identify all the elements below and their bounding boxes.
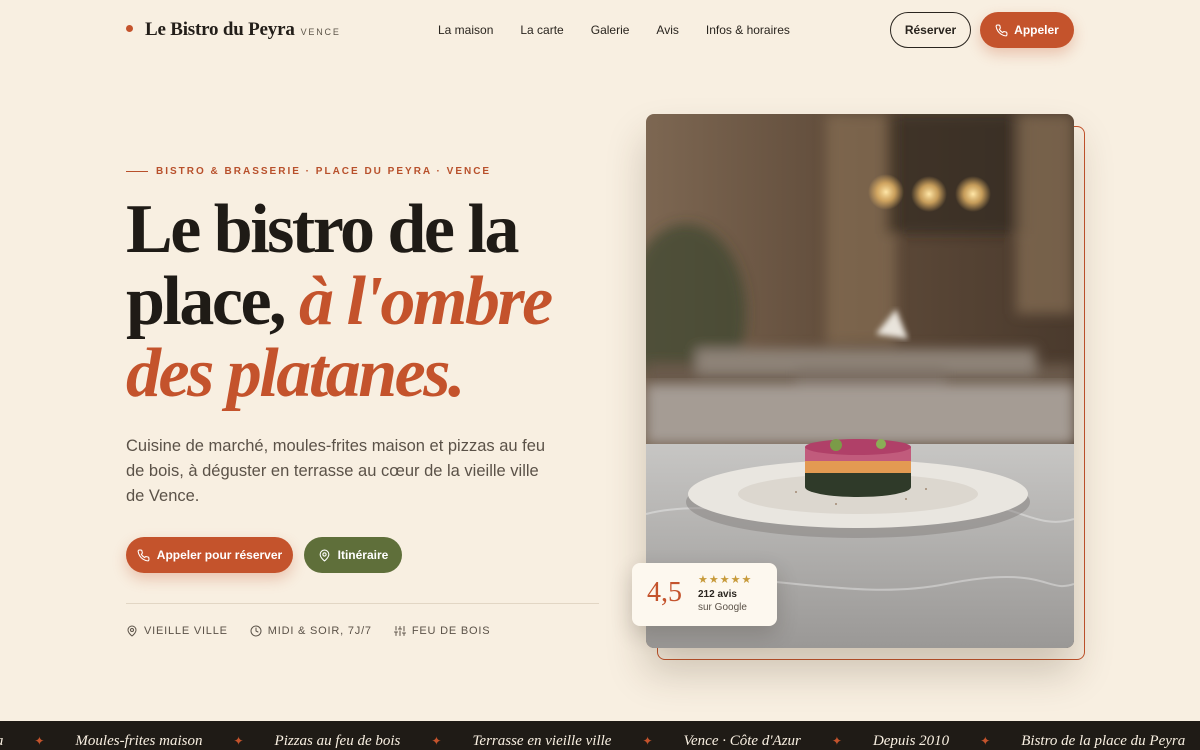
marquee-item: Pizzas au feu de bois: [274, 733, 401, 749]
nav-link-avis[interactable]: Avis: [656, 23, 678, 37]
sparkle-icon: ✦: [233, 734, 244, 748]
nav-link-la-maison[interactable]: La maison: [438, 23, 493, 37]
sparkle-icon: ✦: [642, 734, 653, 748]
hero-lead: Cuisine de marché, moules-frites maison …: [126, 437, 546, 505]
call-button[interactable]: Appeler: [980, 12, 1074, 48]
google-rating-card[interactable]: 4,5 ★★★★★ 212 avis sur Google: [632, 563, 777, 626]
marquee-item: Terrasse en vieille ville: [472, 733, 612, 749]
map-pin-icon: [127, 625, 137, 637]
top-navigation: Le Bistro du Peyra VENCE La maison La ca…: [0, 0, 1200, 60]
brand-name: Le Bistro du Peyra: [145, 19, 295, 40]
nav-links: La maison La carte Galerie Avis Infos & …: [438, 23, 790, 37]
sparkle-icon: ✦: [980, 734, 991, 748]
call-button-label: Appeler: [1014, 23, 1059, 37]
call-to-book-label: Appeler pour réserver: [156, 548, 283, 562]
call-to-book-button[interactable]: Appeler pour réserver: [126, 537, 293, 573]
headline-line-3-italic: des platanes.: [126, 335, 465, 412]
phone-icon: [995, 24, 1008, 36]
directions-label: Itinéraire: [337, 548, 389, 562]
marquee-item: Bistro de la place du Peyra: [1021, 733, 1186, 749]
fact-location-label: VIEILLE VILLE: [144, 625, 228, 637]
marquee-item: Moules-frites maison: [75, 733, 203, 749]
nav-link-galerie[interactable]: Galerie: [591, 23, 630, 37]
review-source: sur Google: [698, 602, 747, 613]
reserve-button[interactable]: Réserver: [890, 12, 971, 48]
hero-facts: VIEILLE VILLE MIDI & SOIR, 7J/7 FEU DE B…: [126, 625, 490, 637]
headline-line-1: Le bistro de la: [126, 191, 519, 268]
fact-location: VIEILLE VILLE: [126, 625, 228, 637]
rating-score: 4,5: [647, 577, 682, 608]
headline-line-2-plain: place,: [126, 263, 287, 340]
fact-hours: MIDI & SOIR, 7J/7: [250, 625, 372, 637]
fact-wood-fire-label: FEU DE BOIS: [411, 625, 491, 637]
marquee-track: ra ✦ Moules-frites maison ✦ Pizzas au fe…: [0, 733, 1185, 750]
headline-line-2-italic: à l'ombre: [299, 263, 553, 340]
nav-link-la-carte[interactable]: La carte: [520, 23, 563, 37]
nav-link-infos-horaires[interactable]: Infos & horaires: [706, 23, 790, 37]
brand-logo[interactable]: Le Bistro du Peyra VENCE: [126, 19, 341, 41]
brand-location: VENCE: [300, 27, 341, 37]
phone-icon: [137, 549, 150, 561]
eyebrow-text: BISTRO & BRASSERIE · PLACE DU PEYRA · VE…: [156, 166, 492, 177]
sparkle-icon: ✦: [34, 734, 45, 748]
sparkle-icon: ✦: [831, 734, 842, 748]
hero-headline: Le bistro de la place, à l'ombre des pla…: [126, 194, 646, 410]
clock-icon: [250, 625, 262, 637]
marquee-item: Vence · Côte d'Azur: [683, 733, 801, 749]
review-count: 212 avis: [698, 589, 737, 600]
star-rating-icon: ★★★★★: [698, 574, 753, 586]
marquee-band: ra ✦ Moules-frites maison ✦ Pizzas au fe…: [0, 721, 1200, 750]
hero-eyebrow: BISTRO & BRASSERIE · PLACE DU PEYRA · VE…: [126, 166, 491, 177]
sliders-icon: [393, 626, 406, 636]
marquee-item: ra: [0, 733, 3, 750]
fact-wood-fire: FEU DE BOIS: [393, 625, 491, 637]
directions-button[interactable]: Itinéraire: [304, 537, 402, 573]
eyebrow-rule: [126, 171, 148, 172]
sparkle-icon: ✦: [431, 734, 442, 748]
map-pin-icon: [319, 549, 330, 561]
fact-hours-label: MIDI & SOIR, 7J/7: [267, 625, 372, 637]
marquee-item: Depuis 2010: [872, 733, 950, 749]
brand-dot-icon: [126, 25, 133, 32]
hero-divider: [126, 603, 599, 604]
